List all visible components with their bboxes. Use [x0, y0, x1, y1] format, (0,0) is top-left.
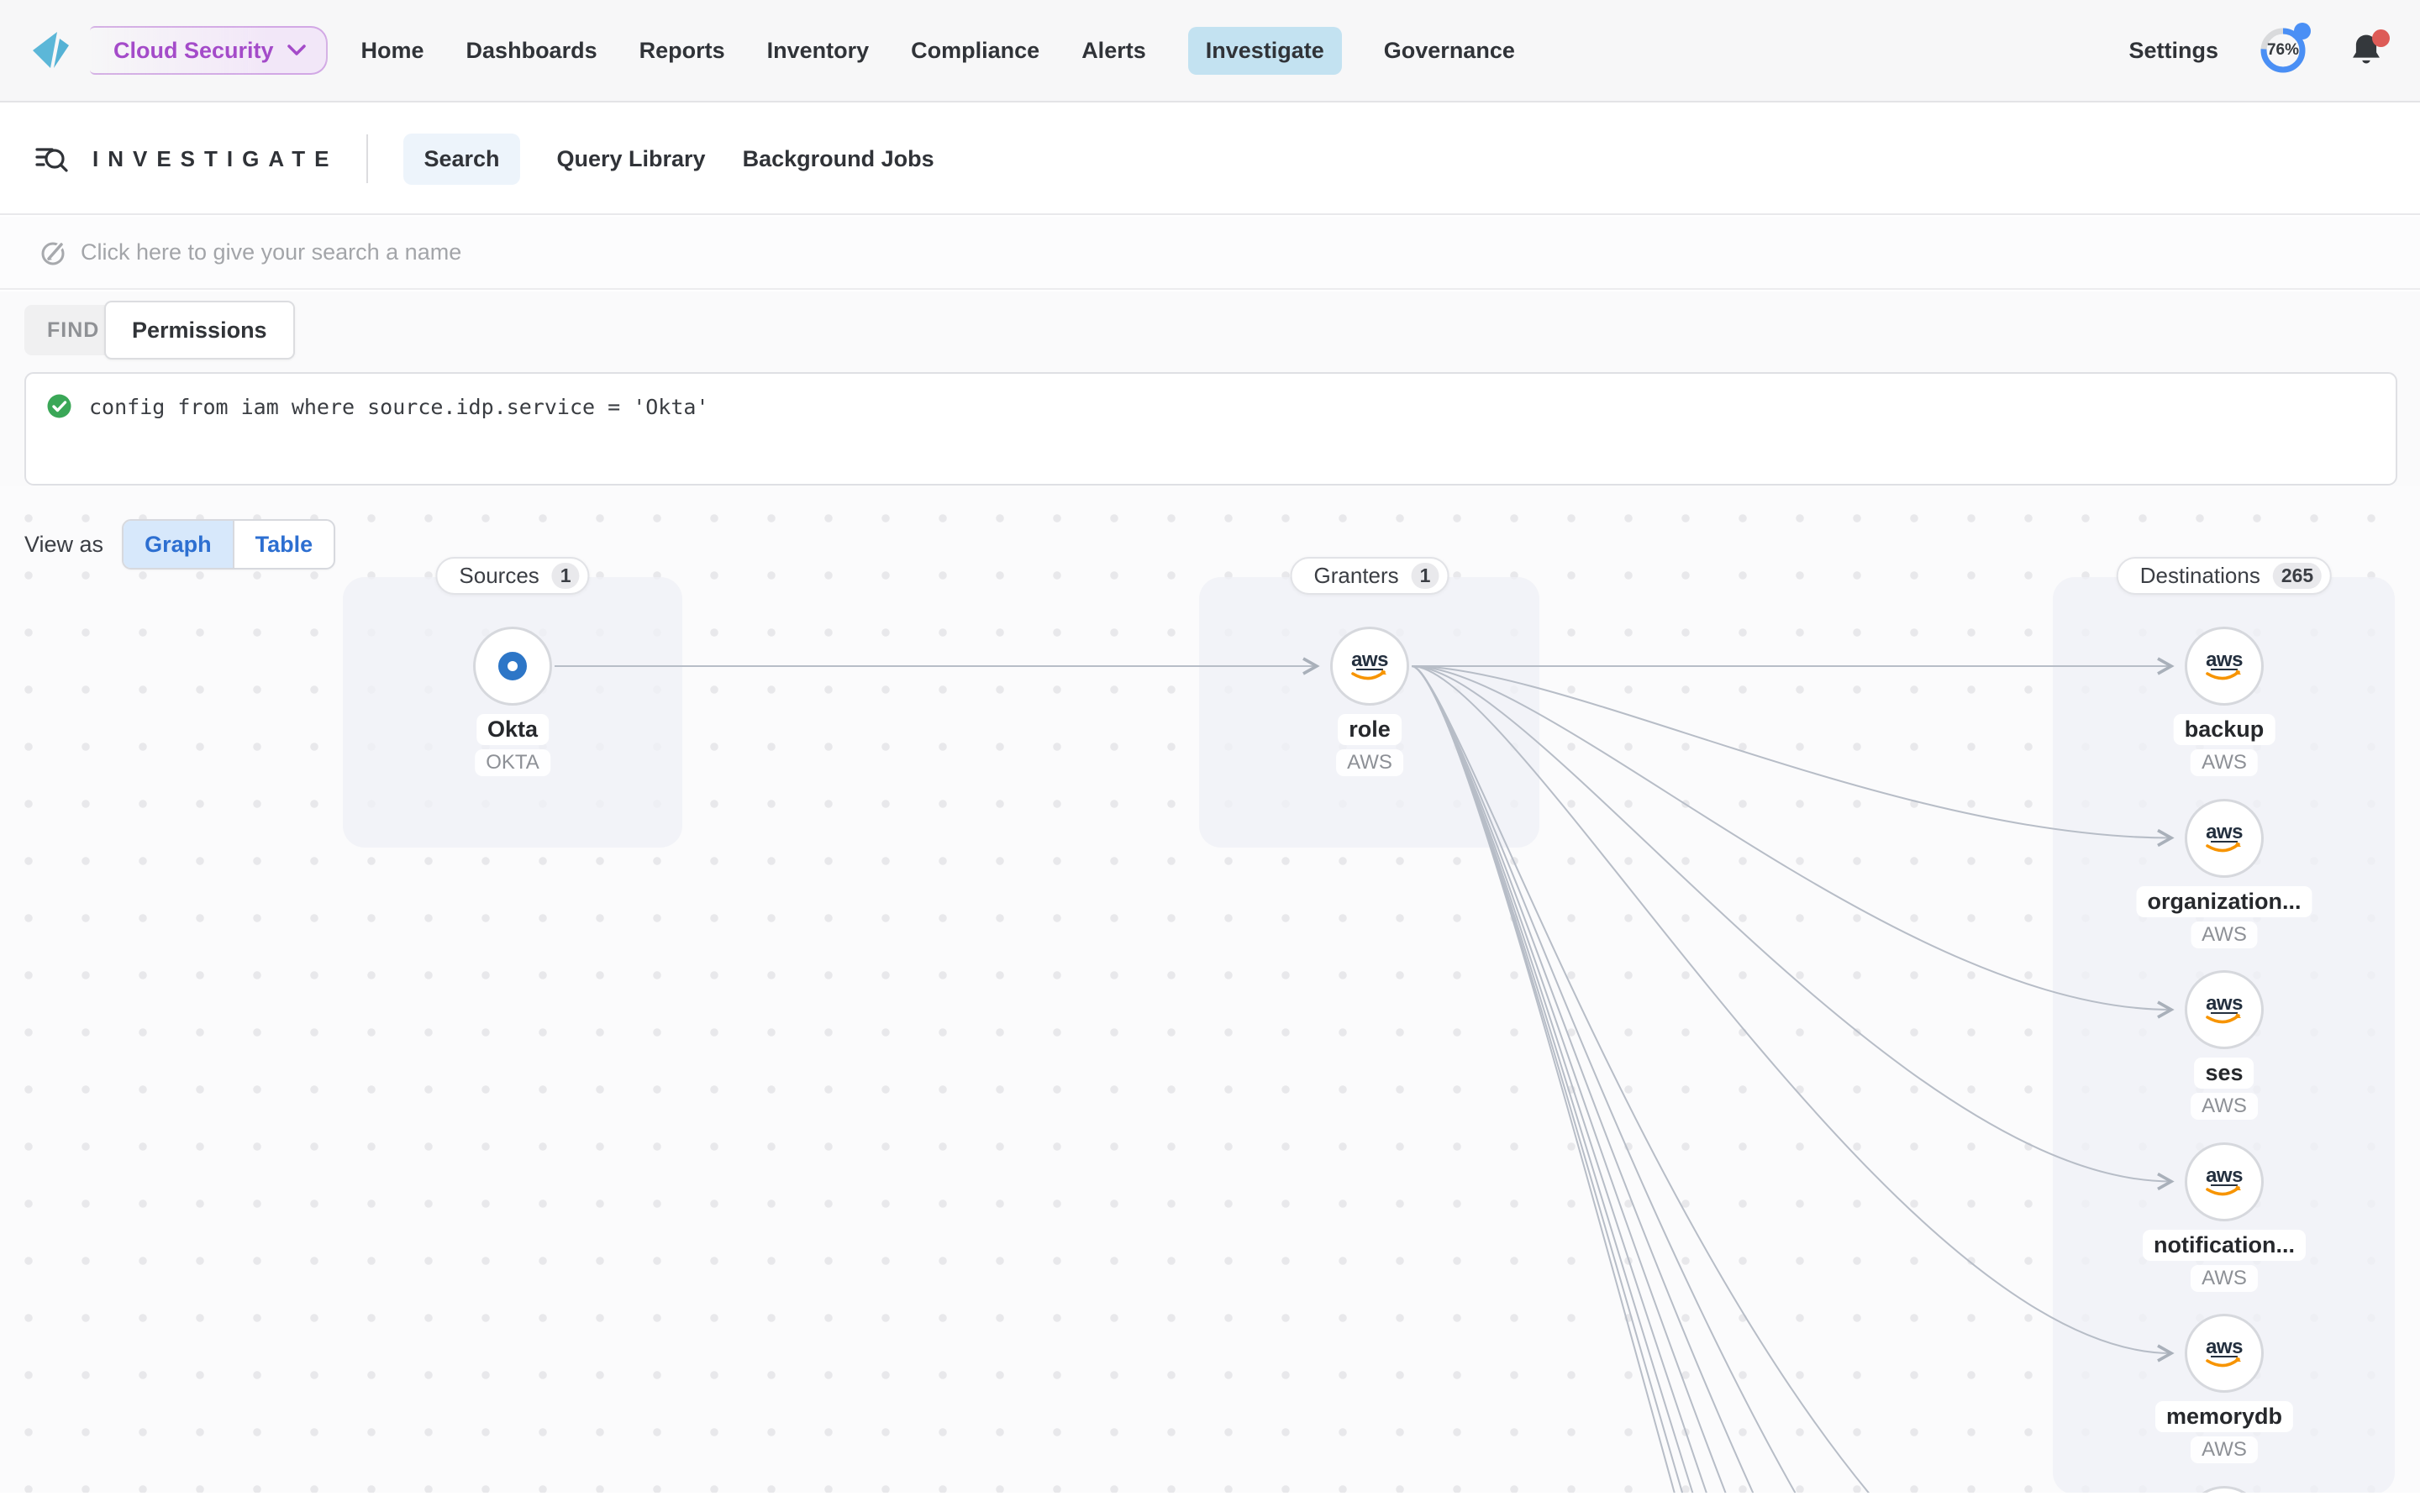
- node-platform: AWS: [2191, 921, 2258, 948]
- column-header-granters[interactable]: Granters 1: [1291, 557, 1449, 595]
- column-count-badge: 1: [1412, 563, 1439, 589]
- column-label: Destinations: [2140, 563, 2260, 589]
- graph-node-memorydb[interactable]: aws: [2185, 1314, 2264, 1393]
- node-name: memorydb: [2155, 1401, 2293, 1432]
- tab-search[interactable]: Search: [403, 134, 519, 185]
- view-toggle: Graph Table: [122, 519, 335, 570]
- node-platform: AWS: [2191, 1265, 2258, 1292]
- column-header-sources[interactable]: Sources 1: [435, 557, 589, 595]
- aws-icon: aws: [2199, 1163, 2249, 1200]
- node-name: ses: [2194, 1058, 2254, 1089]
- node-platform: AWS: [2191, 1093, 2258, 1120]
- investigate-header: INVESTIGATE Search Query Library Backgro…: [0, 104, 2420, 215]
- tab-background-jobs[interactable]: Background Jobs: [743, 134, 934, 185]
- node-platform: AWS: [1336, 749, 1403, 776]
- page-title: INVESTIGATE: [92, 146, 338, 172]
- nav-item-governance[interactable]: Governance: [1384, 27, 1515, 75]
- settings-button[interactable]: Settings: [2128, 38, 2218, 64]
- graph-node-notification[interactable]: aws: [2185, 1142, 2264, 1221]
- notifications-button[interactable]: [2348, 31, 2385, 70]
- aws-icon: aws: [2199, 991, 2249, 1028]
- app-logo-icon[interactable]: [31, 31, 70, 70]
- aws-icon: aws: [1344, 648, 1395, 685]
- column-count-badge: 265: [2273, 563, 2322, 589]
- main-nav: Home Dashboards Reports Inventory Compli…: [361, 27, 1515, 75]
- column-label: Sources: [459, 563, 539, 589]
- valid-check-icon: [46, 393, 72, 419]
- node-name: backup: [2174, 714, 2275, 745]
- view-toggle-graph[interactable]: Graph: [124, 521, 233, 568]
- node-name: Okta: [476, 714, 549, 745]
- nav-item-reports[interactable]: Reports: [639, 27, 725, 75]
- node-name: role: [1338, 714, 1402, 745]
- alert-dot: [2372, 29, 2390, 47]
- svg-text:aws: aws: [2206, 1336, 2243, 1358]
- node-platform: AWS: [2191, 749, 2258, 776]
- okta-icon: [489, 643, 536, 690]
- divider: [366, 134, 368, 183]
- query-editor[interactable]: config from iam where source.idp.service…: [24, 372, 2397, 486]
- column-background-sources: [343, 577, 682, 848]
- svg-text:aws: aws: [2206, 1164, 2243, 1187]
- topnav-right-controls: Settings 76%: [2128, 26, 2385, 75]
- graph-canvas[interactable]: View as Graph Table Sources 1 Okta OKTA G…: [0, 486, 2420, 1512]
- view-as-label: View as: [24, 532, 103, 558]
- graph-node-backup[interactable]: aws: [2185, 627, 2264, 706]
- nav-item-inventory[interactable]: Inventory: [767, 27, 870, 75]
- top-navigation-bar: Cloud Security Home Dashboards Reports I…: [0, 0, 2420, 102]
- tab-query-library[interactable]: Query Library: [557, 134, 706, 185]
- node-labels: organization... AWS: [2136, 886, 2312, 948]
- edit-pencil-icon: [40, 239, 67, 266]
- product-switcher-label: Cloud Security: [113, 38, 274, 64]
- aws-icon: aws: [2199, 648, 2249, 685]
- graph-node-ses[interactable]: aws: [2185, 970, 2264, 1049]
- nav-item-compliance[interactable]: Compliance: [911, 27, 1039, 75]
- nav-item-dashboards[interactable]: Dashboards: [466, 27, 597, 75]
- node-platform: OKTA: [475, 749, 550, 776]
- column-header-destinations[interactable]: Destinations 265: [2117, 557, 2332, 595]
- graph-node-role[interactable]: aws: [1330, 627, 1409, 706]
- chevron-down-icon: [287, 45, 306, 56]
- node-labels: ses AWS: [2191, 1058, 2258, 1120]
- column-label: Granters: [1314, 563, 1399, 589]
- usage-progress-ring[interactable]: 76%: [2259, 26, 2307, 75]
- node-labels: Okta OKTA: [475, 714, 550, 776]
- node-platform: AWS: [2191, 1436, 2258, 1463]
- nav-item-home[interactable]: Home: [361, 27, 424, 75]
- graph-node-Okta[interactable]: [473, 627, 552, 706]
- aws-icon: aws: [2199, 820, 2249, 857]
- nav-item-alerts[interactable]: Alerts: [1081, 27, 1146, 75]
- notification-dot: [2294, 23, 2311, 39]
- svg-text:aws: aws: [2206, 821, 2243, 843]
- node-labels: notification... AWS: [2143, 1230, 2306, 1292]
- nav-item-investigate[interactable]: Investigate: [1188, 27, 1342, 75]
- tab-permissions[interactable]: Permissions: [104, 301, 295, 360]
- graph-node-organization[interactable]: aws: [2185, 799, 2264, 878]
- product-switcher-cloud-security[interactable]: Cloud Security: [90, 26, 328, 75]
- view-toggle-table[interactable]: Table: [233, 521, 334, 568]
- column-count-badge: 1: [552, 563, 580, 589]
- view-as-controls: View as Graph Table: [24, 520, 335, 569]
- node-name: notification...: [2143, 1230, 2306, 1261]
- aws-icon: aws: [2199, 1335, 2249, 1372]
- column-background-granters: [1199, 577, 1539, 848]
- investigate-tabs: Search Query Library Background Jobs: [403, 134, 934, 185]
- node-labels: role AWS: [1336, 714, 1403, 776]
- svg-text:aws: aws: [1351, 648, 1388, 671]
- canvas-bottom-gutter: [0, 1493, 2420, 1512]
- svg-text:aws: aws: [2206, 992, 2243, 1015]
- svg-text:aws: aws: [2206, 648, 2243, 671]
- query-text: config from iam where source.idp.service…: [89, 393, 709, 422]
- search-name-placeholder: Click here to give your search a name: [81, 239, 461, 265]
- node-name: organization...: [2136, 886, 2312, 917]
- node-labels: memorydb AWS: [2155, 1401, 2293, 1463]
- search-name-field[interactable]: Click here to give your search a name: [0, 217, 2420, 290]
- node-labels: backup AWS: [2174, 714, 2275, 776]
- query-section: FIND Permissions config from iam where s…: [0, 291, 2420, 486]
- investigate-search-icon: [34, 143, 69, 175]
